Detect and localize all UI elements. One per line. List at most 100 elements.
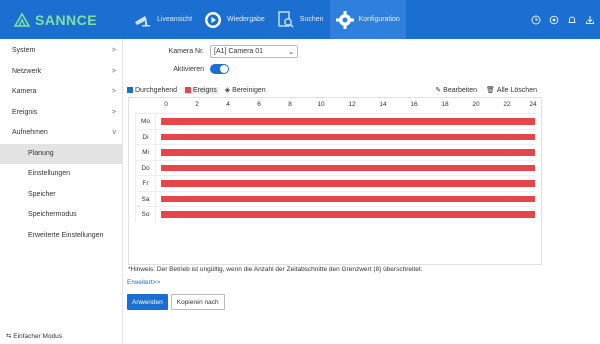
legend-continuous[interactable]: Durchgehend bbox=[127, 87, 177, 94]
advanced-link[interactable]: Erweitert>> bbox=[127, 279, 160, 286]
sidebar: System > Netzwerk > Kamera > Ereignis > … bbox=[0, 39, 123, 344]
event-schedule-bar[interactable] bbox=[161, 164, 535, 171]
top-bar: SANNCE Liveansicht Wiedergabe Suchen Kon… bbox=[0, 0, 600, 39]
sidebar-item-label: Kamera bbox=[12, 88, 37, 95]
nav-playback[interactable]: Wiedergabe bbox=[198, 0, 271, 39]
logo-icon bbox=[13, 12, 31, 27]
sidebar-item-label: System bbox=[12, 47, 36, 54]
hour-label: 10 bbox=[317, 101, 325, 108]
button-row: Anwenden Kopieren nach bbox=[127, 294, 228, 310]
download-icon[interactable] bbox=[582, 13, 598, 27]
hour-label: 6 bbox=[257, 101, 261, 108]
day-rows: Mo Di Mi Do Fr Sa So bbox=[135, 113, 535, 222]
hour-label: 20 bbox=[472, 101, 480, 108]
edit-button[interactable]: ✎ Bearbeiten bbox=[435, 86, 478, 95]
day-row-mi[interactable]: Mi bbox=[135, 144, 535, 160]
gear-icon bbox=[334, 9, 356, 31]
copy-to-button[interactable]: Kopieren nach bbox=[170, 294, 225, 310]
edit-icon: ✎ bbox=[435, 87, 442, 94]
brand-logo: SANNCE bbox=[13, 11, 133, 29]
event-schedule-bar[interactable] bbox=[161, 118, 535, 125]
hour-label: 24 bbox=[529, 101, 537, 108]
delete-all-button[interactable]: 🗑 Alle Löschen bbox=[486, 86, 537, 95]
event-schedule-bar[interactable] bbox=[161, 180, 535, 187]
top-icons bbox=[528, 13, 600, 27]
chevron-right-icon: > bbox=[111, 67, 116, 75]
hour-axis: 0 2 4 6 8 10 12 14 16 18 20 22 24 bbox=[129, 101, 543, 111]
sidebar-subitem-label: Einstellungen bbox=[28, 170, 71, 177]
hour-label: 2 bbox=[195, 101, 199, 108]
event-schedule-bar[interactable] bbox=[161, 149, 535, 156]
eraser-icon: ◈ bbox=[224, 87, 231, 94]
sidebar-item-camera[interactable]: Kamera > bbox=[0, 82, 122, 103]
sidebar-item-record[interactable]: Aufnehmen v bbox=[0, 123, 122, 144]
delete-all-label: Alle Löschen bbox=[496, 86, 537, 94]
chevron-down-icon: ⌄ bbox=[288, 48, 294, 56]
hour-label: 22 bbox=[503, 101, 511, 108]
camera-select[interactable]: [A1] Camera 01 ⌄ bbox=[210, 45, 298, 58]
legend-clear[interactable]: ◈ Bereinigen bbox=[224, 86, 266, 95]
nav-playback-label: Wiedergabe bbox=[227, 16, 265, 23]
event-swatch bbox=[185, 87, 192, 93]
sidebar-subitem-schedule[interactable]: Planung bbox=[0, 143, 122, 164]
activate-row: Aktivieren bbox=[124, 64, 229, 74]
sidebar-subitem-label: Planung bbox=[28, 149, 54, 157]
chevron-down-icon: v bbox=[112, 129, 117, 136]
activate-label: Aktivieren bbox=[173, 65, 204, 73]
sidebar-subitem-settings[interactable]: Einstellungen bbox=[0, 164, 122, 185]
nav-search-label: Suchen bbox=[299, 16, 324, 23]
sidebar-subitem-label: Speichermodus bbox=[28, 211, 77, 218]
day-row-di[interactable]: Di bbox=[135, 128, 535, 145]
main-nav: Liveansicht Wiedergabe Suchen Konfigurat… bbox=[128, 0, 406, 39]
chevron-right-icon: > bbox=[111, 108, 116, 116]
nav-configuration[interactable]: Konfiguration bbox=[329, 0, 406, 39]
sidebar-subitem-label: Speicher bbox=[28, 190, 56, 198]
nav-configuration-label: Konfiguration bbox=[358, 16, 400, 23]
event-schedule-bar[interactable] bbox=[161, 195, 535, 202]
camera-row: Kamera Nr. [A1] Camera 01 ⌄ bbox=[124, 45, 298, 58]
chevron-right-icon: > bbox=[111, 47, 116, 54]
simple-mode-label: Einfacher Modus bbox=[13, 333, 63, 340]
sidebar-item-label: Aufnehmen bbox=[12, 129, 48, 136]
activate-toggle[interactable] bbox=[210, 64, 229, 74]
playback-icon bbox=[202, 9, 224, 31]
continuous-swatch bbox=[127, 87, 133, 93]
legend-event[interactable]: Ereigns bbox=[183, 86, 219, 94]
hour-label: 18 bbox=[441, 101, 449, 108]
hour-label: 16 bbox=[410, 101, 418, 108]
event-schedule-bar[interactable] bbox=[161, 133, 535, 140]
legend-clear-label: Bereinigen bbox=[232, 86, 266, 94]
sidebar-subitem-storage-mode[interactable]: Speichermodus bbox=[0, 205, 122, 226]
sidebar-subitem-storage[interactable]: Speicher bbox=[0, 185, 122, 206]
sidebar-subitem-advanced-settings[interactable]: Erweiterte Einstellungen bbox=[0, 226, 122, 247]
day-label: Do bbox=[136, 160, 156, 176]
legend-event-label: Ereigns bbox=[193, 86, 217, 94]
hour-label: 12 bbox=[348, 101, 356, 108]
apply-button[interactable]: Anwenden bbox=[127, 294, 168, 310]
clock-icon[interactable] bbox=[528, 13, 544, 27]
day-row-fr[interactable]: Fr bbox=[135, 175, 535, 191]
settings-icon[interactable] bbox=[546, 13, 562, 27]
day-row-do[interactable]: Do bbox=[135, 159, 535, 176]
brand-name: SANNCE bbox=[35, 12, 98, 28]
sidebar-item-system[interactable]: System > bbox=[0, 41, 122, 62]
day-row-so[interactable]: So bbox=[135, 206, 535, 222]
sidebar-item-network[interactable]: Netzwerk > bbox=[0, 62, 122, 83]
day-row-sa[interactable]: Sa bbox=[135, 190, 535, 207]
nav-search[interactable]: Suchen bbox=[271, 0, 330, 39]
nav-liveview[interactable]: Liveansicht bbox=[128, 0, 198, 39]
schedule-legend: Durchgehend Ereigns ◈ Bereinigen bbox=[127, 86, 272, 94]
sidebar-item-label: Netzwerk bbox=[12, 67, 42, 75]
simple-mode-link[interactable]: ⇆ Einfacher Modus bbox=[6, 332, 62, 340]
edit-label: Bearbeiten bbox=[443, 86, 478, 94]
day-label: Sa bbox=[136, 191, 156, 207]
event-schedule-bar[interactable] bbox=[161, 211, 535, 218]
search-icon bbox=[275, 9, 297, 31]
nav-liveview-label: Liveansicht bbox=[157, 16, 193, 23]
bell-icon[interactable] bbox=[564, 13, 580, 27]
sidebar-subitem-label: Erweiterte Einstellungen bbox=[28, 231, 104, 239]
main-content: Kamera Nr. [A1] Camera 01 ⌄ Aktivieren D… bbox=[124, 39, 600, 344]
sidebar-item-event[interactable]: Ereignis > bbox=[0, 103, 122, 124]
hour-label: 0 bbox=[164, 101, 168, 108]
day-row-mo[interactable]: Mo bbox=[135, 113, 535, 129]
